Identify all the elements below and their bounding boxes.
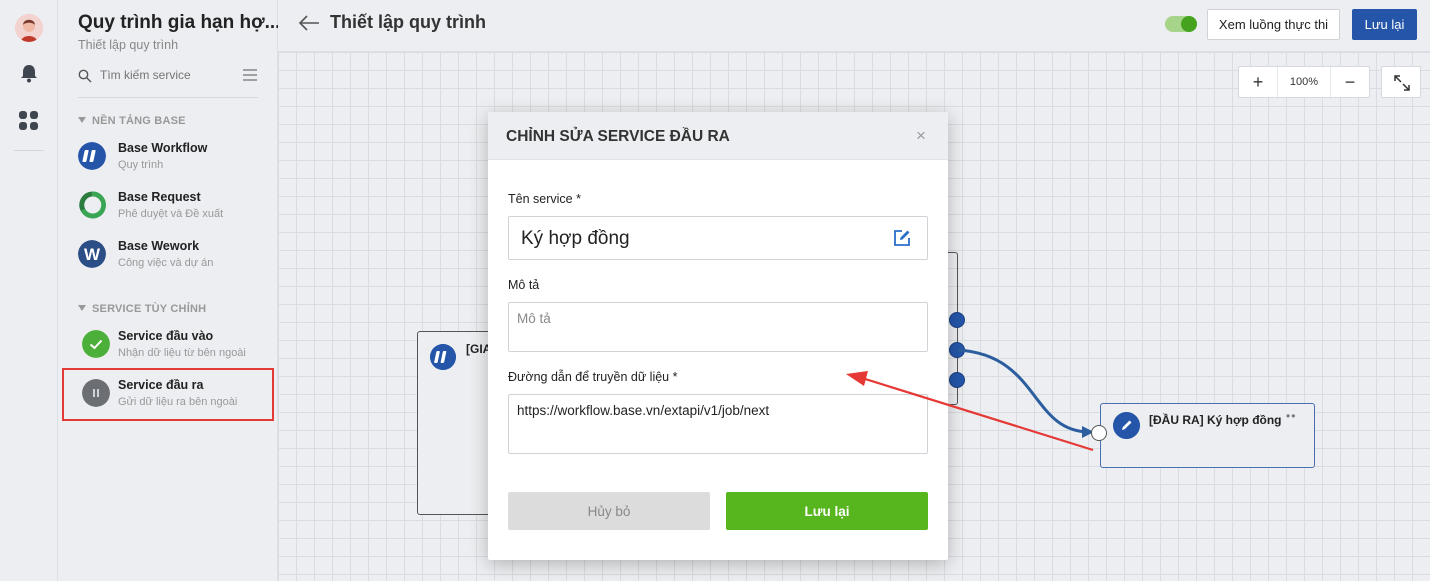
expand-icon (1394, 75, 1410, 91)
close-icon[interactable]: × (916, 126, 926, 146)
highlight-box (62, 368, 274, 421)
zoom-level: 100% (1277, 67, 1331, 97)
sidebar-item-base-wework[interactable]: W Base Wework Công việc và dự án (78, 238, 268, 278)
service-name-label: Tên service * (508, 192, 581, 206)
zoom-controls: + 100% − (1238, 66, 1370, 98)
svg-text:W: W (84, 245, 101, 264)
node-label: [ĐẦU RA] Ký hợp đồng (1149, 413, 1282, 427)
rail-divider (14, 150, 44, 151)
edit-icon[interactable] (892, 228, 912, 248)
active-toggle[interactable] (1165, 16, 1197, 32)
input-port[interactable] (1091, 425, 1107, 441)
item-name: Base Wework (118, 239, 200, 253)
service-name-field (508, 216, 928, 260)
description-input[interactable] (517, 311, 917, 345)
item-desc: Công việc và dự án (118, 257, 214, 269)
save-button[interactable]: Lưu lại (1352, 9, 1417, 40)
left-rail (0, 0, 58, 581)
item-name: Service đầu vào (118, 329, 214, 343)
menu-icon[interactable] (243, 69, 257, 81)
base-request-icon (78, 191, 106, 219)
service-search (78, 62, 258, 98)
output-port[interactable] (949, 312, 965, 328)
base-workflow-icon (430, 344, 456, 370)
service-name-input[interactable] (521, 227, 881, 251)
url-label: Đường dẫn để truyền dữ liệu * (508, 370, 678, 384)
zoom-out-button[interactable]: − (1331, 67, 1369, 97)
top-header: Thiết lập quy trình Xem luồng thực thi L… (278, 0, 1430, 52)
fullscreen-button[interactable] (1381, 66, 1421, 98)
base-workflow-icon (78, 142, 106, 170)
edit-service-modal: CHỈNH SỬA SERVICE ĐẦU RA × Tên service *… (488, 112, 948, 560)
item-name: Base Request (118, 190, 201, 204)
caret-down-icon (78, 117, 86, 123)
node-menu[interactable]: •• (1286, 409, 1296, 423)
section-base-platform[interactable]: NỀN TẢNG BASE (78, 115, 186, 127)
section-custom-service[interactable]: SERVICE TÙY CHỈNH (78, 303, 206, 315)
item-desc: Quy trình (118, 159, 164, 171)
modal-header: CHỈNH SỬA SERVICE ĐẦU RA × (488, 112, 948, 160)
modal-title: CHỈNH SỬA SERVICE ĐẦU RA (506, 128, 730, 145)
sidebar-item-base-workflow[interactable]: Base Workflow Quy trình (78, 140, 268, 180)
output-node[interactable]: [ĐẦU RA] Ký hợp đồng •• (1100, 403, 1315, 468)
sidebar-item-service-input[interactable]: Service đầu vào Nhận dữ liệu từ bên ngoà… (78, 328, 268, 368)
output-port[interactable] (949, 342, 965, 358)
avatar[interactable] (15, 14, 43, 42)
start-node[interactable]: [GIA (417, 331, 497, 515)
search-input[interactable] (100, 68, 230, 82)
apps-grid-icon[interactable] (18, 110, 40, 132)
arrow-left-icon[interactable] (298, 14, 320, 32)
toggle-knob (1181, 16, 1197, 32)
item-desc: Phê duyệt và Đề xuất (118, 208, 224, 220)
view-flow-button[interactable]: Xem luồng thực thi (1207, 9, 1340, 40)
check-icon (82, 330, 110, 358)
workflow-title: Quy trình gia hạn hợ... (78, 12, 281, 33)
bell-icon[interactable] (18, 62, 40, 84)
workflow-subtitle: Thiết lập quy trình (78, 38, 179, 52)
cancel-button[interactable]: Hủy bỏ (508, 492, 710, 530)
description-label: Mô tả (508, 278, 540, 292)
item-desc: Nhận dữ liệu từ bên ngoài (118, 347, 246, 359)
service-sidebar: Quy trình gia hạn hợ... Thiết lập quy tr… (58, 0, 281, 581)
modal-save-button[interactable]: Lưu lại (726, 492, 928, 530)
page-title: Thiết lập quy trình (330, 12, 486, 32)
section-label: SERVICE TÙY CHỈNH (92, 303, 207, 315)
item-name: Base Workflow (118, 141, 208, 155)
section-label: NỀN TẢNG BASE (92, 115, 186, 127)
description-field (508, 302, 928, 352)
zoom-in-button[interactable]: + (1239, 67, 1277, 97)
caret-down-icon (78, 305, 86, 311)
sidebar-item-base-request[interactable]: Base Request Phê duyệt và Đề xuất (78, 189, 268, 229)
base-wework-icon: W (78, 240, 106, 268)
search-icon (78, 69, 92, 83)
pencil-icon (1113, 412, 1140, 439)
output-port[interactable] (949, 372, 965, 388)
url-input[interactable]: https://workflow.base.vn/extapi/v1/job/n… (517, 403, 917, 447)
url-field: https://workflow.base.vn/extapi/v1/job/n… (508, 394, 928, 454)
